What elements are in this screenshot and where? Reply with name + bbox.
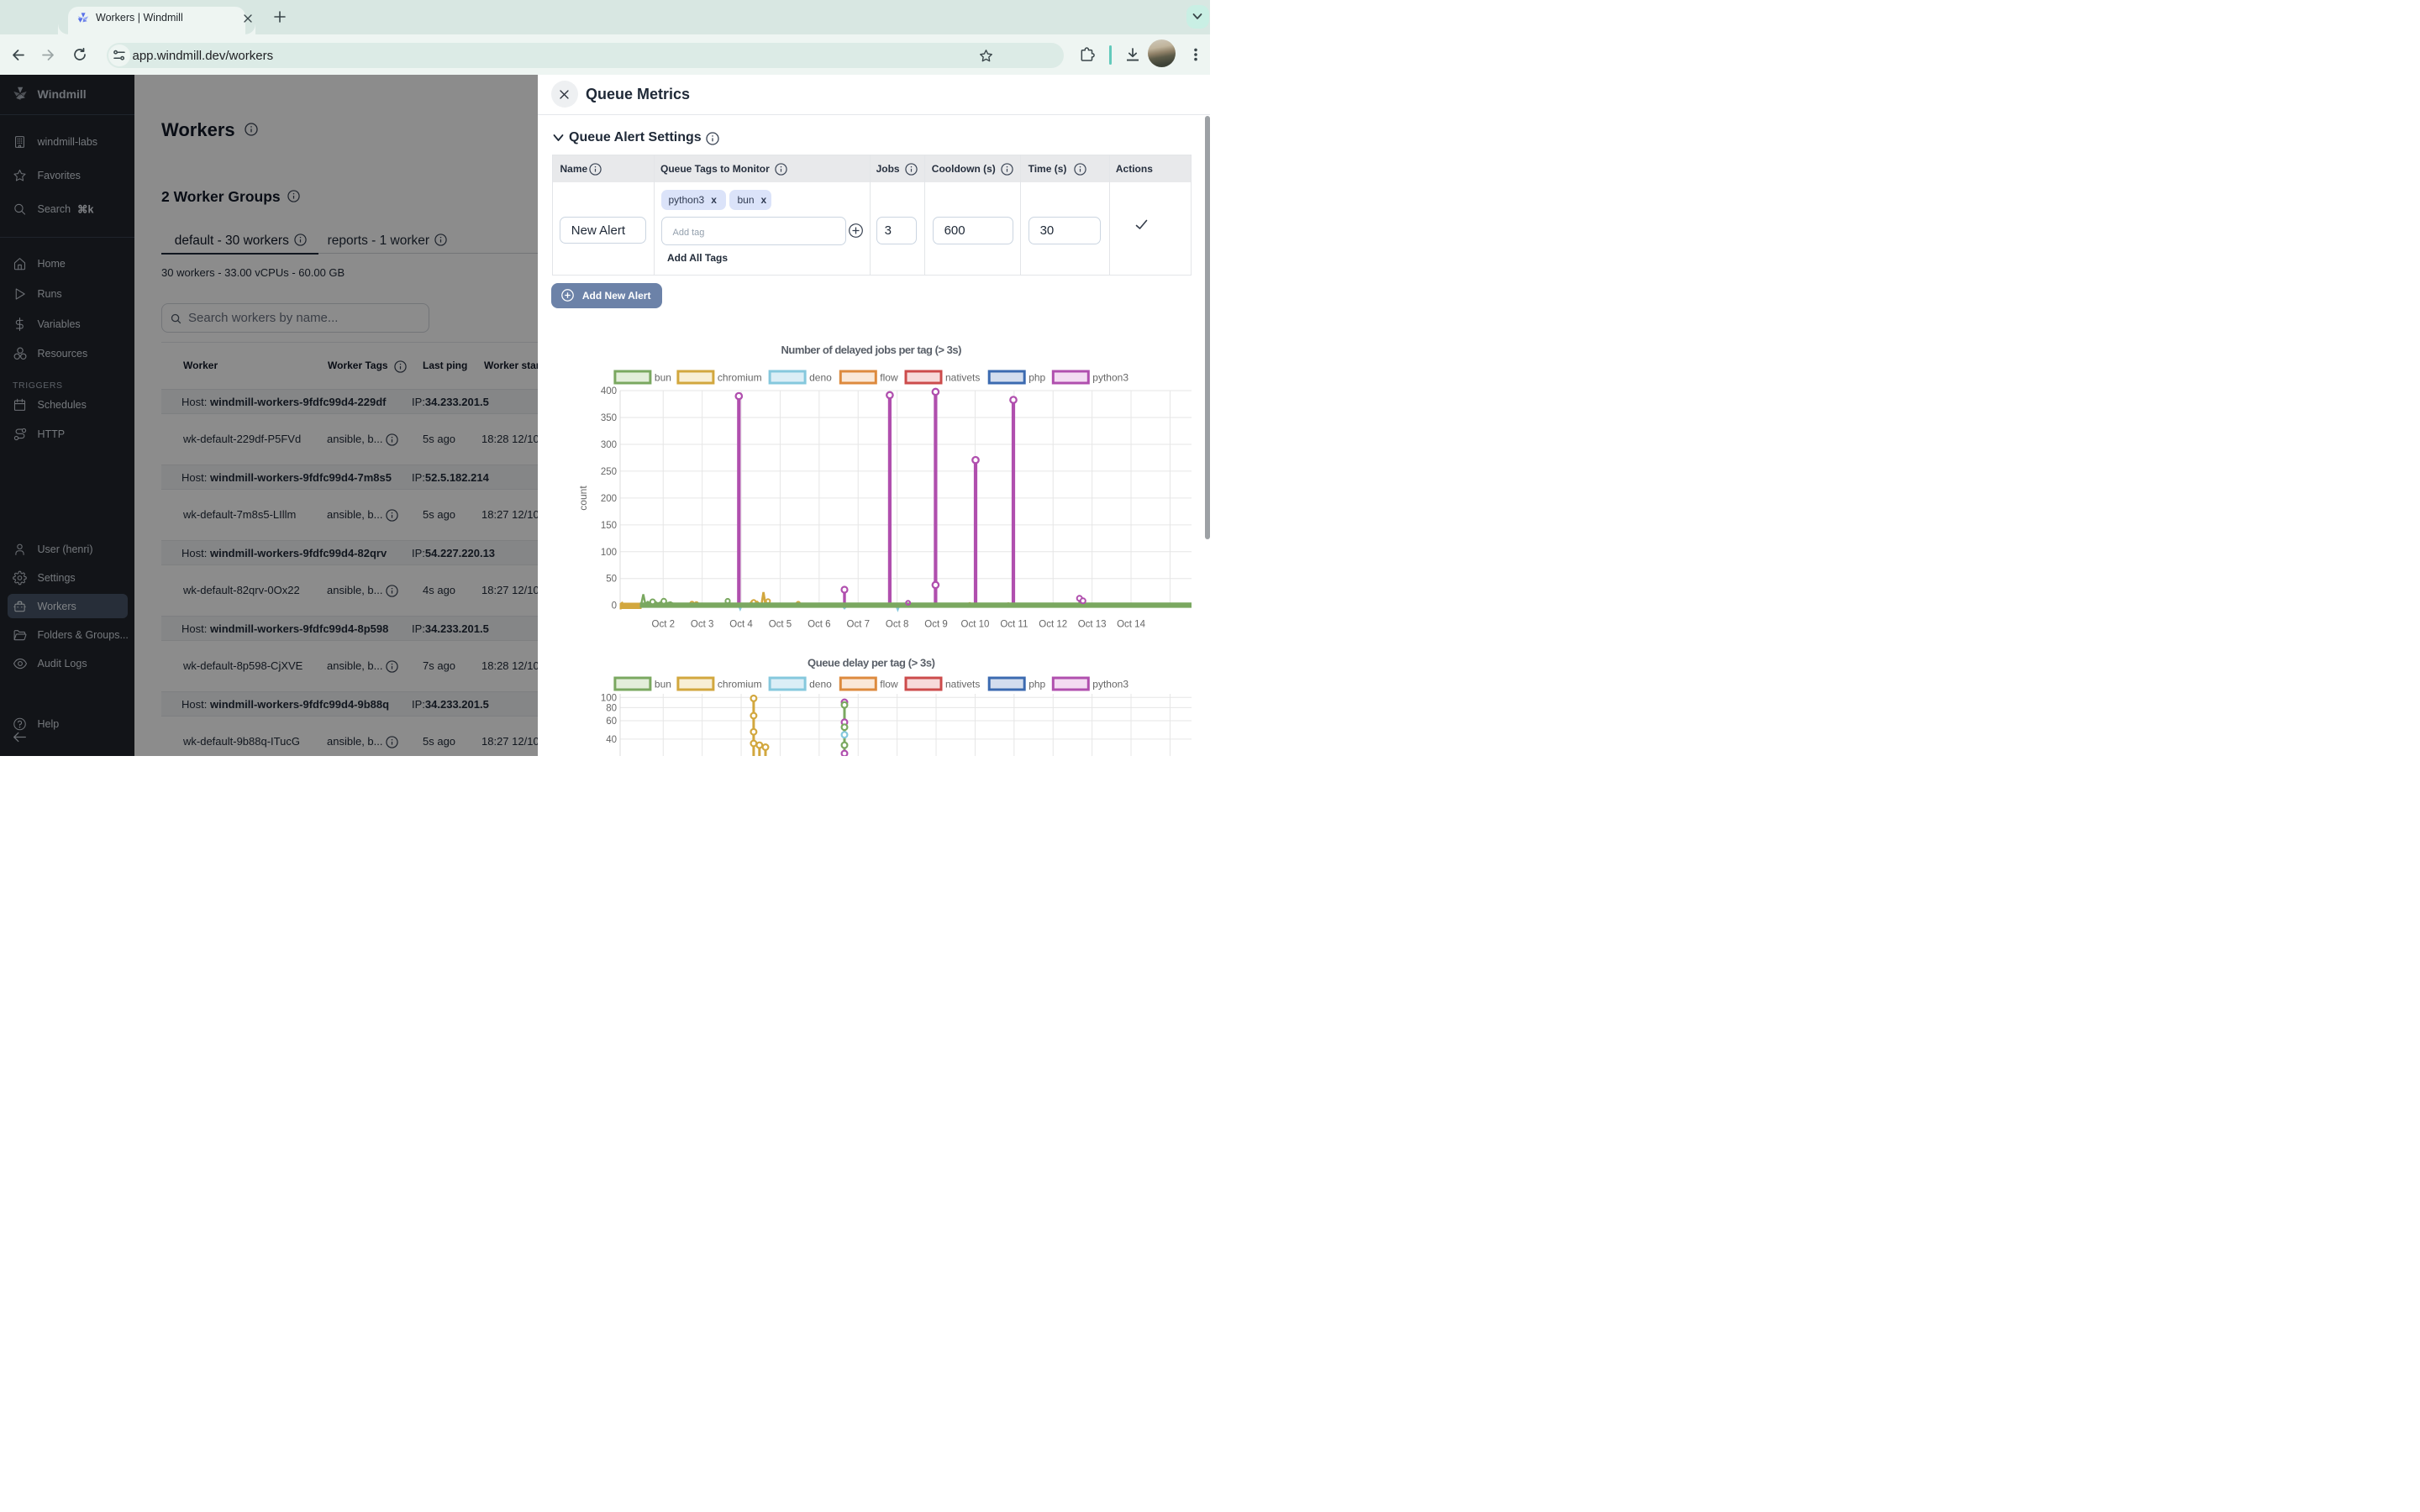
svg-text:Oct 4: Oct 4 (729, 620, 753, 630)
svg-text:Oct 7: Oct 7 (847, 620, 870, 630)
svg-text:40: 40 (606, 735, 617, 745)
svg-text:300: 300 (601, 440, 617, 450)
svg-text:Oct 3: Oct 3 (691, 620, 713, 630)
svg-text:chromium: chromium (718, 679, 762, 690)
svg-text:Oct 8: Oct 8 (886, 620, 908, 630)
svg-text:nativets: nativets (945, 372, 980, 384)
svg-text:100: 100 (601, 693, 617, 703)
svg-text:bun: bun (655, 372, 671, 384)
svg-text:flow: flow (880, 372, 898, 384)
svg-text:350: 350 (601, 413, 617, 423)
svg-text:deno: deno (809, 372, 832, 384)
svg-text:python3: python3 (1092, 372, 1128, 384)
svg-text:50: 50 (606, 575, 617, 585)
svg-text:400: 400 (601, 386, 617, 396)
svg-text:chromium: chromium (718, 372, 762, 384)
svg-text:Oct 10: Oct 10 (961, 620, 990, 630)
svg-text:Oct 9: Oct 9 (924, 620, 947, 630)
svg-text:0: 0 (612, 601, 617, 612)
svg-text:100: 100 (601, 548, 617, 558)
svg-text:Queue delay per tag (> 3s): Queue delay per tag (> 3s) (808, 657, 935, 669)
svg-text:count: count (577, 486, 589, 511)
svg-text:Oct 11: Oct 11 (1000, 620, 1028, 630)
svg-text:Oct 6: Oct 6 (808, 620, 830, 630)
svg-text:80: 80 (606, 703, 617, 713)
svg-text:python3: python3 (1092, 679, 1128, 690)
svg-text:Number of delayed jobs per tag: Number of delayed jobs per tag (> 3s) (781, 344, 962, 356)
svg-text:bun: bun (655, 679, 671, 690)
svg-text:200: 200 (601, 494, 617, 504)
svg-text:flow: flow (880, 679, 898, 690)
svg-text:nativets: nativets (945, 679, 980, 690)
svg-text:60: 60 (606, 717, 617, 727)
svg-text:Oct 12: Oct 12 (1039, 620, 1067, 630)
svg-text:deno: deno (809, 679, 832, 690)
svg-text:250: 250 (601, 467, 617, 477)
svg-text:php: php (1028, 372, 1045, 384)
svg-text:Oct 2: Oct 2 (652, 620, 675, 630)
svg-text:php: php (1028, 679, 1045, 690)
svg-text:Oct 14: Oct 14 (1117, 620, 1145, 630)
svg-text:Oct 13: Oct 13 (1078, 620, 1107, 630)
svg-text:Oct 5: Oct 5 (769, 620, 792, 630)
svg-text:150: 150 (601, 521, 617, 531)
